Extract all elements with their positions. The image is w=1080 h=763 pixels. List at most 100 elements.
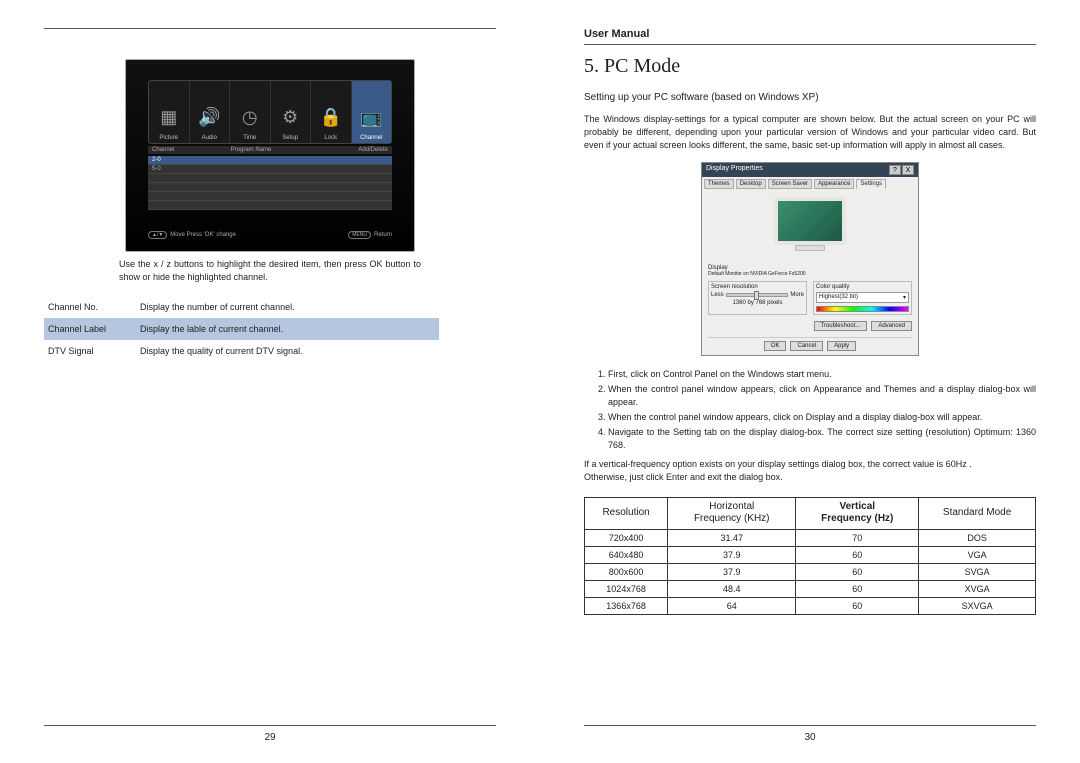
list-item: Navigate to the Setting tab on the displ…: [608, 426, 1036, 452]
ok-cancel-buttons: OK Cancel Apply: [708, 337, 912, 351]
clock-icon: ◷: [238, 99, 262, 135]
osd-tab-time: ◷Time: [230, 81, 271, 143]
dialog-body: Display Default Monitor on NVIDIA GeForc…: [702, 191, 918, 355]
settings-row: Screen resolution Less More 1360 by 768 …: [708, 281, 912, 315]
rule-bottom: [584, 725, 1036, 726]
tab-themes: Themes: [704, 179, 734, 189]
osd-rows: 2-0 5-0: [148, 156, 392, 210]
help-icon: ?: [889, 165, 901, 175]
table-row: 1366x7686460SXVGA: [585, 597, 1036, 614]
rule-top: [584, 44, 1036, 45]
color-quality-group: Color quality Highest(32 bit) ▾: [813, 281, 912, 315]
resolution-label: Screen resolution: [711, 284, 804, 290]
osd-tab-label: Setup: [282, 135, 298, 141]
resolution-table: Resolution Horizontal Frequency (KHz) Ve…: [584, 497, 1036, 615]
tab-screensaver: Screen Saver: [768, 179, 812, 189]
osd-tab-channel: 📺Channel: [352, 81, 392, 143]
osd-row: 2-0: [148, 156, 392, 165]
osd-footer: ▲/▼Move Press 'OK' change MENUReturn: [148, 231, 392, 239]
osd-col: Channel: [152, 147, 231, 153]
osd-tab-lock: 🔒Lock: [311, 81, 352, 143]
tv-icon: 📺: [359, 99, 383, 135]
advanced-button: Advanced: [871, 321, 912, 331]
col-hfreq: Horizontal Frequency (KHz): [668, 497, 796, 529]
color-quality-value: Highest(32 bit): [819, 294, 858, 301]
table-row: DTV Signal Display the quality of curren…: [44, 340, 439, 362]
osd-tab-label: Lock: [324, 135, 337, 141]
def-desc: Display the lable of current channel.: [136, 318, 439, 340]
osd-row: [148, 201, 392, 210]
audio-icon: 🔊: [197, 99, 221, 135]
rule-top: [44, 28, 496, 29]
gear-icon: ⚙: [278, 99, 302, 135]
page-number: 30: [584, 732, 1036, 743]
osd-tab-audio: 🔊Audio: [190, 81, 231, 143]
osd-tab-label: Time: [243, 135, 256, 141]
col-mode: Standard Mode: [919, 497, 1036, 529]
table-row: Channel Label Display the lable of curre…: [44, 318, 439, 340]
definitions-table: Channel No. Display the number of curren…: [44, 296, 439, 362]
osd-footer-right: MENUReturn: [348, 231, 392, 239]
tab-settings: Settings: [856, 179, 886, 189]
list-item: First, click on Control Panel on the Win…: [608, 368, 1036, 381]
steps-list: First, click on Control Panel on the Win…: [584, 368, 1036, 454]
instruction-text: Use the x / z buttons to highlight the d…: [119, 258, 421, 284]
page-number: 29: [44, 732, 496, 743]
res-less: Less: [711, 292, 724, 298]
monitor-preview: [765, 197, 855, 261]
table-row: 800x60037.960SVGA: [585, 563, 1036, 580]
osd-row: 5-0: [148, 165, 392, 174]
table-row: 640x48037.960VGA: [585, 546, 1036, 563]
osd-col: Program Name: [231, 147, 310, 153]
resolution-value: 1360 by 768 pixels: [711, 300, 804, 306]
note-line: Otherwise, just click Enter and exit the…: [584, 471, 1036, 484]
running-head: User Manual: [584, 28, 1036, 40]
list-item: When the control panel window appears, c…: [608, 411, 1036, 424]
col-resolution: Resolution: [585, 497, 668, 529]
table-row: 720x40031.4770DOS: [585, 529, 1036, 546]
osd-tab-picture: ▦Picture: [149, 81, 190, 143]
page-left: ▦Picture 🔊Audio ◷Time ⚙Setup 🔒Lock 📺Chan…: [0, 0, 540, 763]
color-quality-label: Color quality: [816, 284, 909, 290]
body-paragraph: The Windows display-settings for a typic…: [584, 113, 1036, 152]
osd-tabs: ▦Picture 🔊Audio ◷Time ⚙Setup 🔒Lock 📺Chan…: [148, 80, 392, 144]
osd-photo: ▦Picture 🔊Audio ◷Time ⚙Setup 🔒Lock 📺Chan…: [125, 59, 415, 252]
osd-column-header: Channel Program Name Add/Delete: [148, 146, 392, 154]
def-desc: Display the number of current channel.: [136, 296, 439, 318]
osd-row: [148, 192, 392, 201]
list-item: When the control panel window appears, c…: [608, 383, 1036, 409]
osd-col: Add/Delete: [309, 147, 388, 153]
def-term: Channel No.: [44, 296, 136, 318]
dialog-title-text: Display Properties: [706, 165, 763, 175]
monitor-icon: [774, 197, 846, 245]
close-icon: X: [902, 165, 914, 175]
color-bar-icon: [816, 306, 909, 312]
troubleshoot-button: Troubleshoot...: [814, 321, 868, 331]
left-spacer: [44, 35, 496, 49]
display-properties-dialog: Display Properties ?X Themes Desktop Scr…: [701, 162, 919, 356]
osd-row: [148, 183, 392, 192]
rule-bottom: [44, 725, 496, 726]
tab-appearance: Appearance: [814, 179, 854, 189]
picture-icon: ▦: [157, 99, 181, 135]
page-right: User Manual 5. PC Mode Setting up your P…: [540, 0, 1080, 763]
table-header-row: Resolution Horizontal Frequency (KHz) Ve…: [585, 497, 1036, 529]
dialog-tabs: Themes Desktop Screen Saver Appearance S…: [702, 177, 918, 191]
resolution-slider: [726, 293, 789, 297]
slider-thumb-icon: [754, 291, 759, 300]
osd-tab-label: Channel: [360, 135, 382, 141]
tab-desktop: Desktop: [736, 179, 766, 189]
def-desc: Display the quality of current DTV signa…: [136, 340, 439, 362]
window-buttons: ?X: [888, 165, 914, 175]
advanced-buttons: Troubleshoot... Advanced: [708, 321, 912, 331]
ok-button: OK: [764, 341, 787, 351]
osd-footer-left: ▲/▼Move Press 'OK' change: [148, 231, 236, 239]
display-value: Default Monitor on NVIDIA GeForce Fx5200: [708, 271, 912, 277]
screen-resolution-group: Screen resolution Less More 1360 by 768 …: [708, 281, 807, 315]
monitor-base-icon: [795, 245, 825, 251]
section-subhead: Setting up your PC software (based on Wi…: [584, 92, 1036, 103]
lock-icon: 🔒: [319, 99, 343, 135]
def-term: Channel Label: [44, 318, 136, 340]
table-row: 1024x76848.460XVGA: [585, 580, 1036, 597]
color-quality-select: Highest(32 bit) ▾: [816, 292, 909, 303]
